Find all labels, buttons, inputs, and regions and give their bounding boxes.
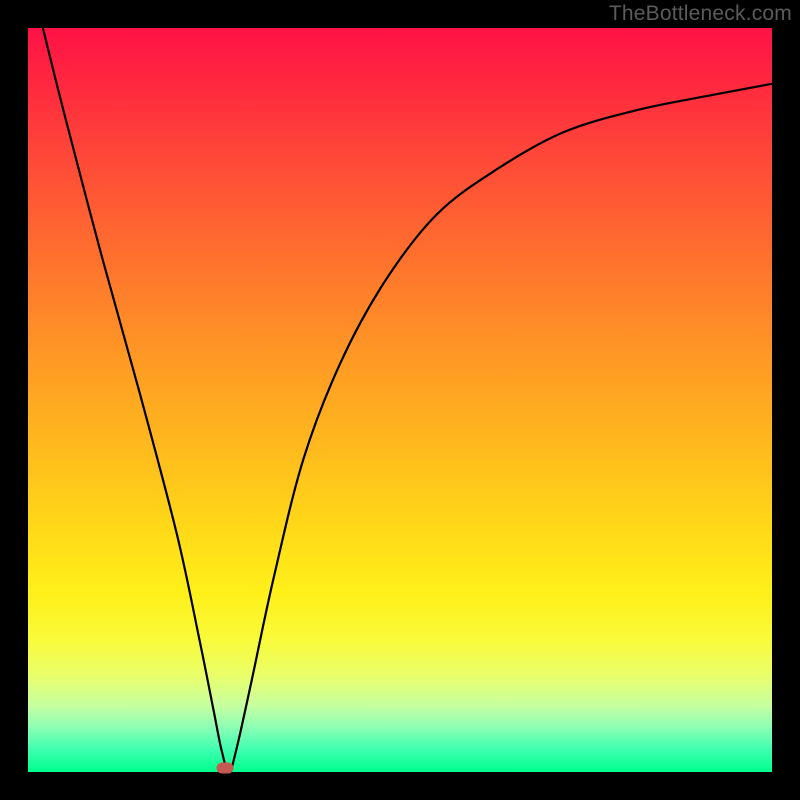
bottleneck-curve bbox=[43, 28, 772, 772]
plot-area bbox=[28, 28, 772, 772]
curve-svg bbox=[28, 28, 772, 772]
chart-frame: TheBottleneck.com bbox=[0, 0, 800, 800]
minimum-marker bbox=[217, 763, 234, 774]
watermark-text: TheBottleneck.com bbox=[609, 2, 792, 26]
